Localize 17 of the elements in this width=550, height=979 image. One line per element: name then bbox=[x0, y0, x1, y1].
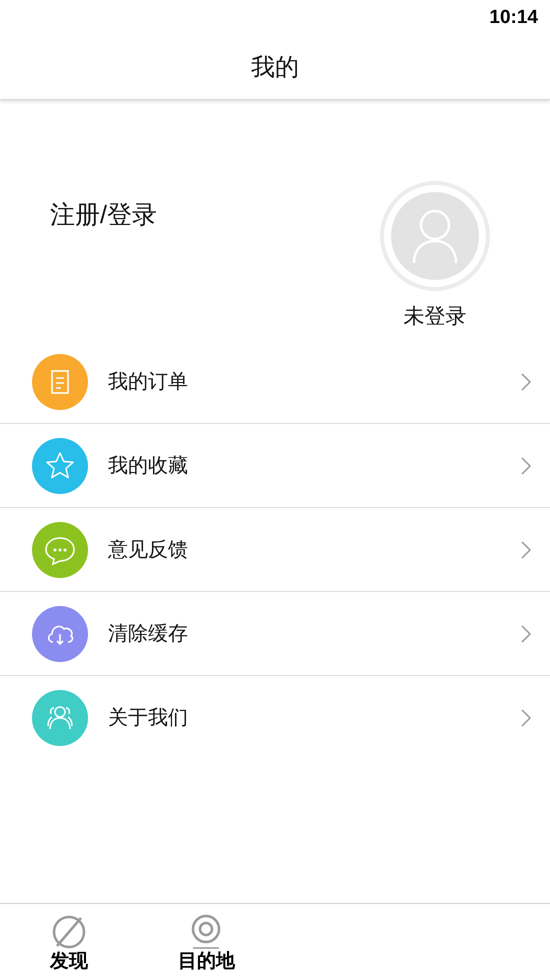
chevron-icon bbox=[520, 540, 532, 560]
chevron-icon bbox=[520, 456, 532, 476]
chevron-icon bbox=[520, 708, 532, 728]
menu-item[interactable]: 意见反馈 bbox=[0, 508, 550, 592]
chevron-icon bbox=[520, 372, 532, 392]
menu-item[interactable]: 清除缓存 bbox=[0, 592, 550, 676]
login-link[interactable]: 注册/登录 bbox=[50, 201, 157, 229]
avatar-icon[interactable] bbox=[380, 181, 490, 291]
menu-item[interactable]: 我的收藏 bbox=[0, 424, 550, 508]
tab-item[interactable]: 目的地 bbox=[138, 904, 275, 979]
login-status: 未登录 bbox=[404, 304, 466, 330]
status-time: 10:14 bbox=[489, 6, 538, 30]
page-title: 我的 bbox=[251, 52, 299, 82]
tab-item[interactable]: 发现 bbox=[0, 904, 138, 979]
chevron-icon bbox=[520, 624, 532, 644]
menu-item[interactable]: 关于我们 bbox=[0, 676, 550, 760]
menu-item[interactable]: 我的订单 bbox=[0, 340, 550, 424]
